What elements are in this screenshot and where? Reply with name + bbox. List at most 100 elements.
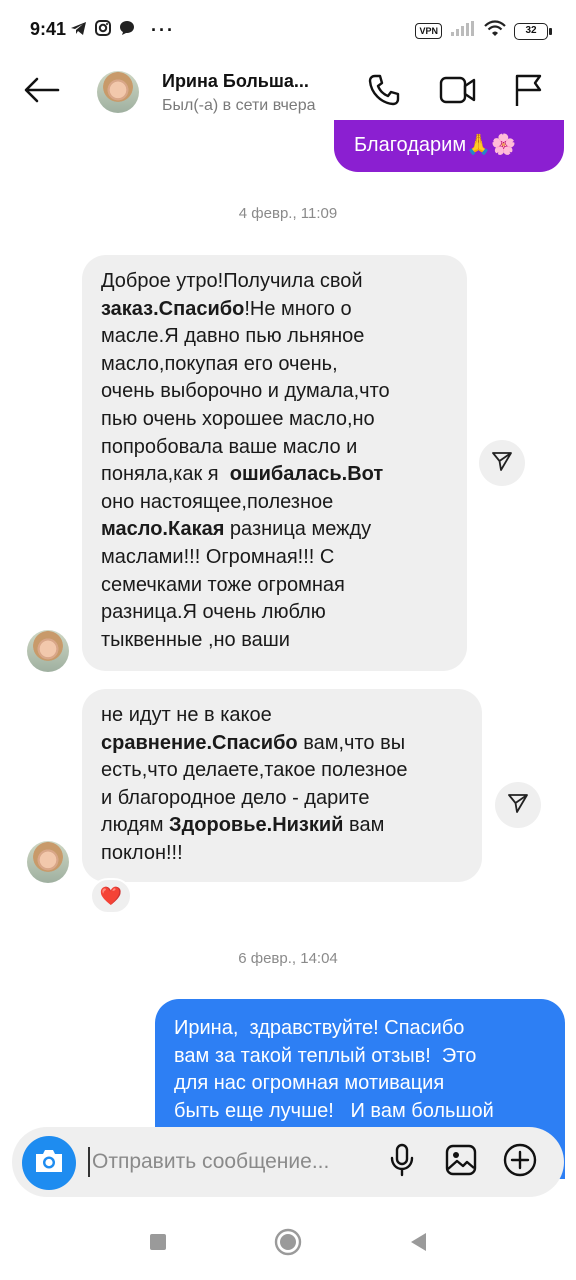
status-right: VPN 32 — [415, 20, 552, 42]
contact-avatar[interactable] — [97, 71, 139, 113]
microphone-icon — [389, 1143, 415, 1182]
phone-icon — [367, 73, 401, 112]
recent-apps-button[interactable] — [138, 1224, 178, 1264]
message-line: разница.Я очень люблю — [101, 599, 449, 627]
home-icon — [274, 1228, 302, 1261]
voice-message-button[interactable] — [382, 1142, 422, 1182]
system-back-button[interactable] — [398, 1224, 438, 1264]
outgoing-message[interactable]: Благодарим🙏🌸 — [334, 120, 564, 172]
gallery-icon — [445, 1144, 477, 1181]
more-notifications-icon: ··· — [151, 20, 175, 40]
system-nav-bar — [0, 1208, 576, 1280]
timestamp: 4 февр., 11:09 — [238, 205, 338, 222]
vpn-badge: VPN — [415, 23, 442, 39]
message-line: масло.Какая разница между — [101, 516, 449, 544]
incoming-message[interactable]: Доброе утро!Получила свой заказ.Спасибо!Н… — [82, 255, 467, 671]
message-text: людям — [101, 814, 170, 837]
message-text: очень выборочно и думала,что — [101, 380, 390, 403]
message-text: пью очень хорошее масло,но — [101, 407, 375, 430]
chat-bubble-icon — [119, 20, 135, 41]
message-text: маслами!!! Огромная!!! С — [101, 545, 335, 568]
share-message-button[interactable] — [495, 782, 541, 828]
message-line: сравнение.Спасибо вам,что вы — [101, 730, 464, 758]
message-composer — [12, 1127, 564, 1197]
bold-text: сравнение.Спасибо — [101, 731, 298, 754]
message-line: семечками тоже огромная — [101, 572, 449, 600]
back-icon — [408, 1231, 428, 1258]
send-icon — [507, 792, 529, 819]
bold-text: Здоровье.Низкий — [169, 814, 344, 837]
message-text: оно настоящее,полезное — [101, 490, 334, 513]
contact-name[interactable]: Ирина Больша... — [162, 71, 309, 92]
message-line: тыквенные ,но ваши — [101, 627, 449, 655]
telegram-icon — [70, 21, 87, 41]
message-text: !Не много о — [244, 297, 352, 320]
sender-avatar[interactable] — [27, 841, 69, 883]
bold-text: масло.Какая — [101, 518, 225, 541]
message-text: есть,что делаете,такое полезное — [101, 759, 408, 782]
gallery-button[interactable] — [441, 1142, 481, 1182]
message-line: оно настоящее,полезное — [101, 489, 449, 517]
chat-header: Ирина Больша... Был(-а) в сети вчера — [0, 62, 576, 122]
status-time: 9:41 — [30, 19, 67, 39]
flag-icon — [513, 73, 543, 112]
recent-apps-icon — [148, 1232, 168, 1257]
message-text: масле.Я давно пью льняное — [101, 325, 365, 348]
message-text: разница.Я очень люблю — [101, 601, 326, 624]
message-text: попробовала ваше масло и — [101, 435, 358, 458]
send-icon — [491, 450, 513, 477]
message-line: масло,покупая его очень, — [101, 351, 449, 379]
message-line: очень выборочно и думала,что — [101, 378, 449, 406]
message-line: попробовала ваше масло и — [101, 434, 449, 462]
message-line: людям Здоровье.Низкий вам — [101, 812, 464, 840]
message-text: семечками тоже огромная — [101, 573, 345, 596]
plus-circle-icon — [503, 1143, 537, 1182]
message-line: заказ.Спасибо!Не много о — [101, 296, 449, 324]
heart-reaction[interactable]: ❤️ — [90, 878, 132, 914]
notification-icons: ··· — [70, 20, 175, 41]
message-text: тыквенные ,но ваши — [101, 628, 290, 651]
back-button[interactable] — [22, 74, 62, 110]
message-input[interactable] — [88, 1147, 368, 1177]
camera-icon — [33, 1148, 65, 1179]
sender-avatar[interactable] — [27, 630, 69, 672]
call-button[interactable] — [364, 72, 404, 112]
message-text: масло,покупая его очень, — [101, 352, 338, 375]
heart-icon: ❤️ — [99, 885, 123, 906]
message-line: поклон!!! — [101, 840, 464, 868]
video-call-button[interactable] — [438, 72, 478, 112]
message-text: вам,что вы — [297, 731, 406, 754]
message-line: поняла,как я ошибалась.Вот — [101, 461, 449, 489]
report-button[interactable] — [508, 72, 548, 112]
message-line: и благородное дело - дарите — [101, 785, 464, 813]
battery-indicator: 32 — [514, 22, 552, 40]
camera-button[interactable] — [22, 1136, 76, 1190]
message-line: пью очень хорошее масло,но — [101, 406, 449, 434]
instagram-icon — [95, 20, 111, 41]
message-line: Доброе утро!Получила свой — [101, 268, 449, 296]
message-text: поклон!!! — [101, 841, 183, 864]
home-button[interactable] — [268, 1224, 308, 1264]
message-line: не идут не в какое — [101, 702, 464, 730]
signal-icon — [450, 20, 476, 42]
add-attachment-button[interactable] — [500, 1142, 540, 1182]
message-line: есть,что делаете,такое полезное — [101, 757, 464, 785]
bold-text: заказ.Спасибо — [101, 297, 245, 320]
contact-status: Был(-а) в сети вчера — [162, 97, 316, 114]
bold-text: ошибалась.Вот — [229, 463, 384, 486]
message-text: Доброе утро!Получила свой — [101, 270, 363, 292]
timestamp: 6 февр., 14:04 — [238, 950, 338, 967]
video-camera-icon — [439, 75, 477, 110]
wifi-icon — [484, 20, 506, 42]
message-text: и благородное дело - дарите — [101, 786, 370, 809]
back-arrow-icon — [24, 77, 60, 108]
message-text: вам — [343, 814, 385, 837]
status-bar: 9:41 ··· VPN 32 — [0, 0, 576, 62]
incoming-message[interactable]: не идут не в какое сравнение.Спасибо вам,… — [82, 689, 482, 882]
share-message-button[interactable] — [479, 440, 525, 486]
message-text: не идут не в какое — [101, 704, 272, 726]
message-text: поняла,как я — [101, 463, 230, 486]
message-line: масле.Я давно пью льняное — [101, 323, 449, 351]
message-line: маслами!!! Огромная!!! С — [101, 544, 449, 572]
message-text: разница между — [224, 518, 372, 541]
